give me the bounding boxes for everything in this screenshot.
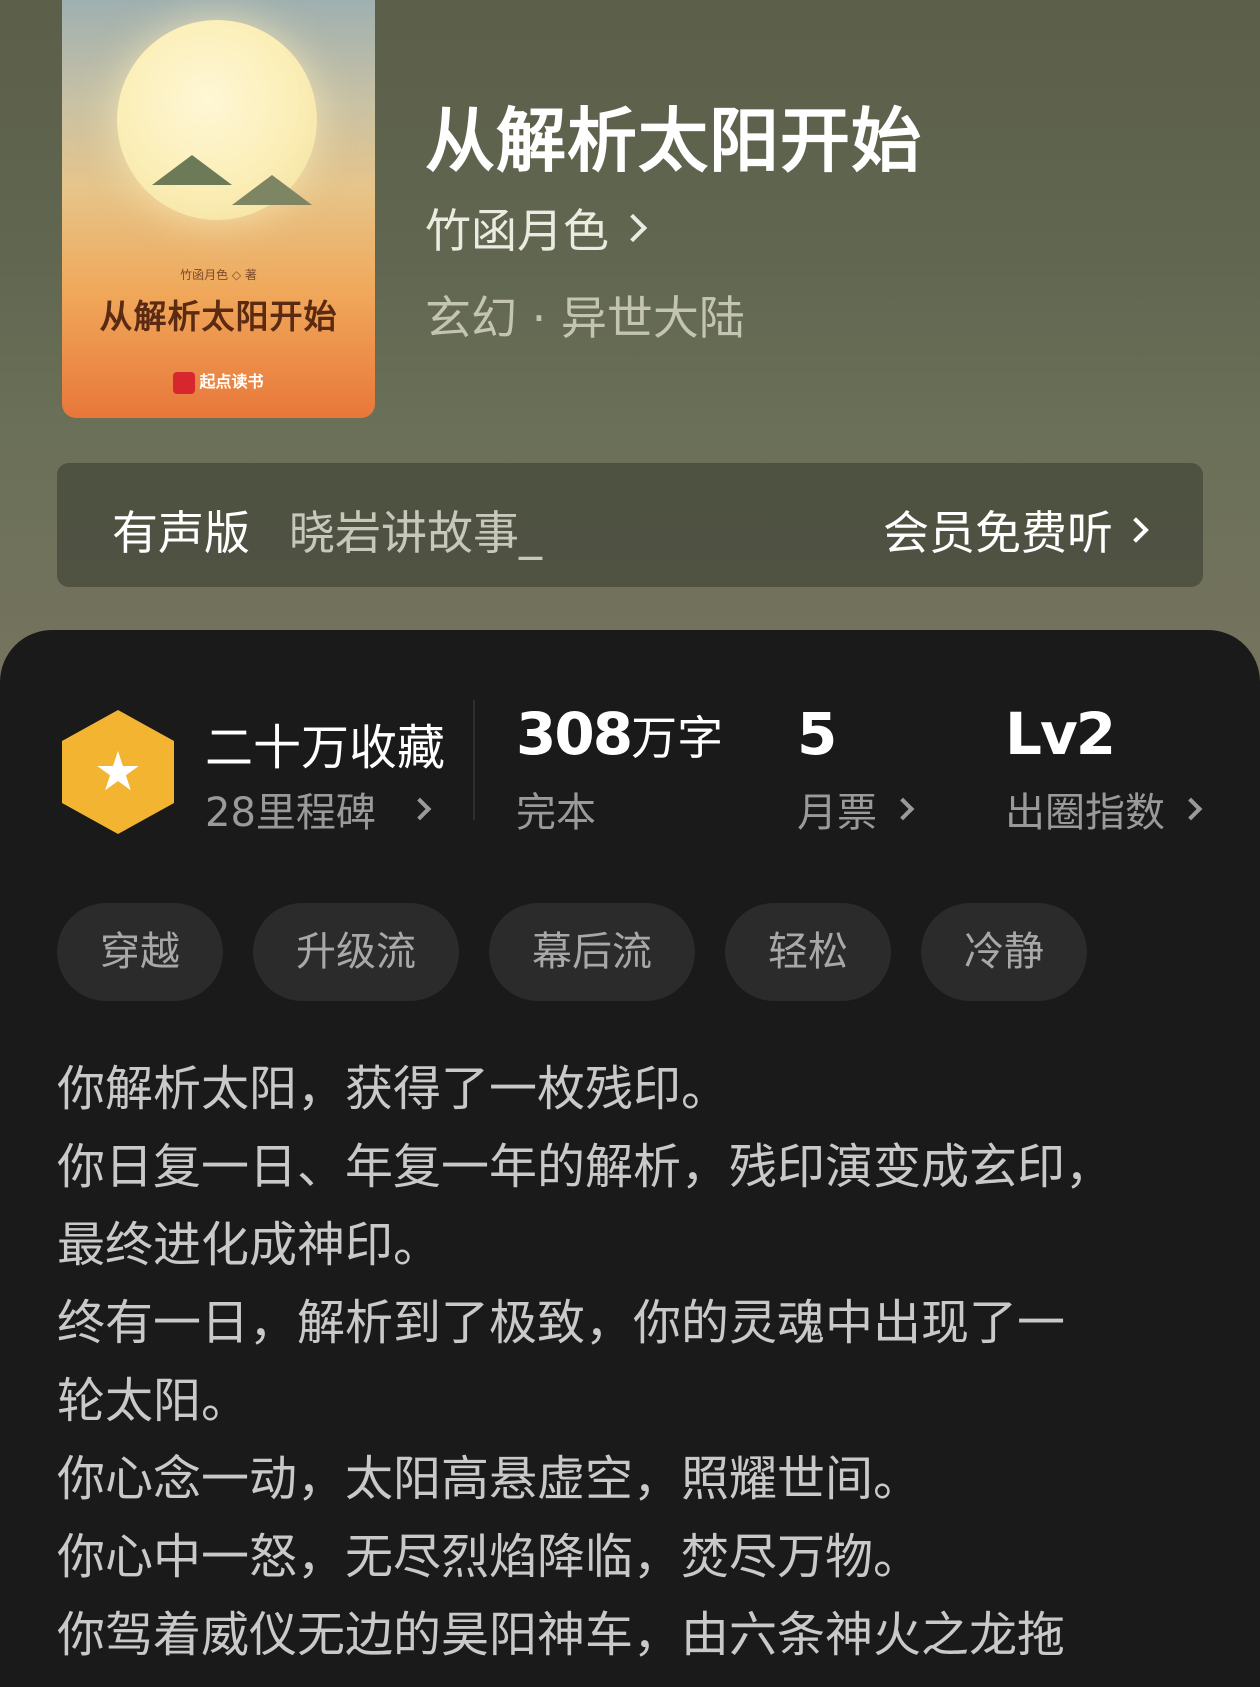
stats-divider	[473, 700, 475, 820]
tag-chip[interactable]: 冷静	[921, 903, 1087, 1001]
popularity-index-label: 出圈指数	[1005, 790, 1165, 836]
publisher-logo-icon	[173, 371, 196, 394]
popularity-index-level: Lv2	[1005, 700, 1116, 768]
popularity-index: Lv2	[1005, 700, 1116, 768]
chevron-right-icon	[408, 797, 432, 821]
synopsis-line: 你心中一怒，无尽烈焰降临，焚尽万物。	[57, 1529, 922, 1585]
audio-edition-bar[interactable]: 有声版 晓岩讲故事_ 会员免费听	[57, 463, 1203, 587]
monthly-ticket-link[interactable]: 月票	[797, 780, 915, 838]
cover-mountain	[152, 155, 232, 185]
synopsis-line: 你驾着威仪无边的昊阳神车，由六条神火之龙拖	[57, 1607, 1066, 1663]
tag-chip[interactable]: 轻松	[725, 903, 891, 1001]
collect-milestone-link[interactable]: 28里程碑	[205, 780, 432, 838]
monthly-ticket-count: 5	[797, 700, 837, 768]
synopsis-line: 你心念一动，太阳高悬虚空，照耀世间。	[57, 1451, 922, 1507]
word-count: 308万字	[516, 700, 723, 768]
cover-author-credit: 竹函月色 ◇ 著	[180, 268, 257, 282]
tag-chip[interactable]: 幕后流	[489, 903, 695, 1001]
collection-badge: ★	[62, 710, 174, 834]
audio-listen-button[interactable]: 会员免费听	[883, 497, 1149, 563]
audio-cta-label: 会员免费听	[883, 506, 1113, 560]
chevron-right-icon	[891, 797, 915, 821]
author-name: 竹函月色	[425, 204, 609, 258]
synopsis-line: 轮太阳。	[57, 1373, 250, 1429]
synopsis-line: 你日复一日、年复一年的解析，残印演变成玄印，	[57, 1139, 1114, 1195]
tag-list: 穿越 升级流 幕后流 轻松 冷静	[57, 903, 1087, 1001]
cover-publisher: 起点读书	[62, 368, 375, 394]
audio-narrator: 晓岩讲故事_	[289, 506, 542, 560]
popularity-index-link[interactable]: 出圈指数	[1005, 780, 1203, 838]
star-icon: ★	[93, 740, 143, 803]
book-genre[interactable]: 玄幻 · 异世大陆	[425, 282, 745, 348]
book-header: 竹函月色 ◇ 著 从解析太阳开始 起点读书 从解析太阳开始 竹函月色 玄幻 · …	[0, 0, 1260, 720]
book-detail-panel: ★ 二十万收藏 28里程碑 308万字 完本 5 月票 Lv2 出圈指数 穿越 …	[0, 630, 1260, 1687]
cover-mountain	[232, 175, 312, 205]
monthly-ticket-label: 月票	[797, 790, 877, 836]
book-title: 从解析太阳开始	[425, 99, 922, 182]
chevron-right-icon	[1179, 797, 1203, 821]
synopsis-line: 终有一日，解析到了极致，你的灵魂中出现了一	[57, 1295, 1066, 1351]
author-link[interactable]: 竹函月色	[425, 195, 648, 261]
synopsis-line: 最终进化成神印。	[57, 1217, 442, 1273]
collect-title: 二十万收藏	[205, 720, 446, 776]
completion-status: 完本	[516, 790, 596, 836]
audio-label: 有声版	[112, 506, 250, 560]
book-cover[interactable]: 竹函月色 ◇ 著 从解析太阳开始 起点读书	[62, 0, 375, 418]
collect-milestone: 28里程碑	[205, 790, 376, 836]
chevron-right-icon	[618, 213, 648, 243]
word-count-number: 308	[516, 700, 633, 768]
word-count-unit: 万字	[631, 711, 724, 765]
monthly-ticket-number: 5	[797, 700, 837, 768]
tag-chip[interactable]: 穿越	[57, 903, 223, 1001]
book-synopsis[interactable]: 你解析太阳，获得了一枚残印。 你日复一日、年复一年的解析，残印演变成玄印， 最终…	[57, 1050, 1207, 1674]
chevron-right-icon	[1123, 517, 1149, 543]
synopsis-line: 你解析太阳，获得了一枚残印。	[57, 1061, 730, 1117]
cover-title: 从解析太阳开始	[99, 297, 338, 336]
tag-chip[interactable]: 升级流	[253, 903, 459, 1001]
publisher-name: 起点读书	[199, 372, 264, 391]
